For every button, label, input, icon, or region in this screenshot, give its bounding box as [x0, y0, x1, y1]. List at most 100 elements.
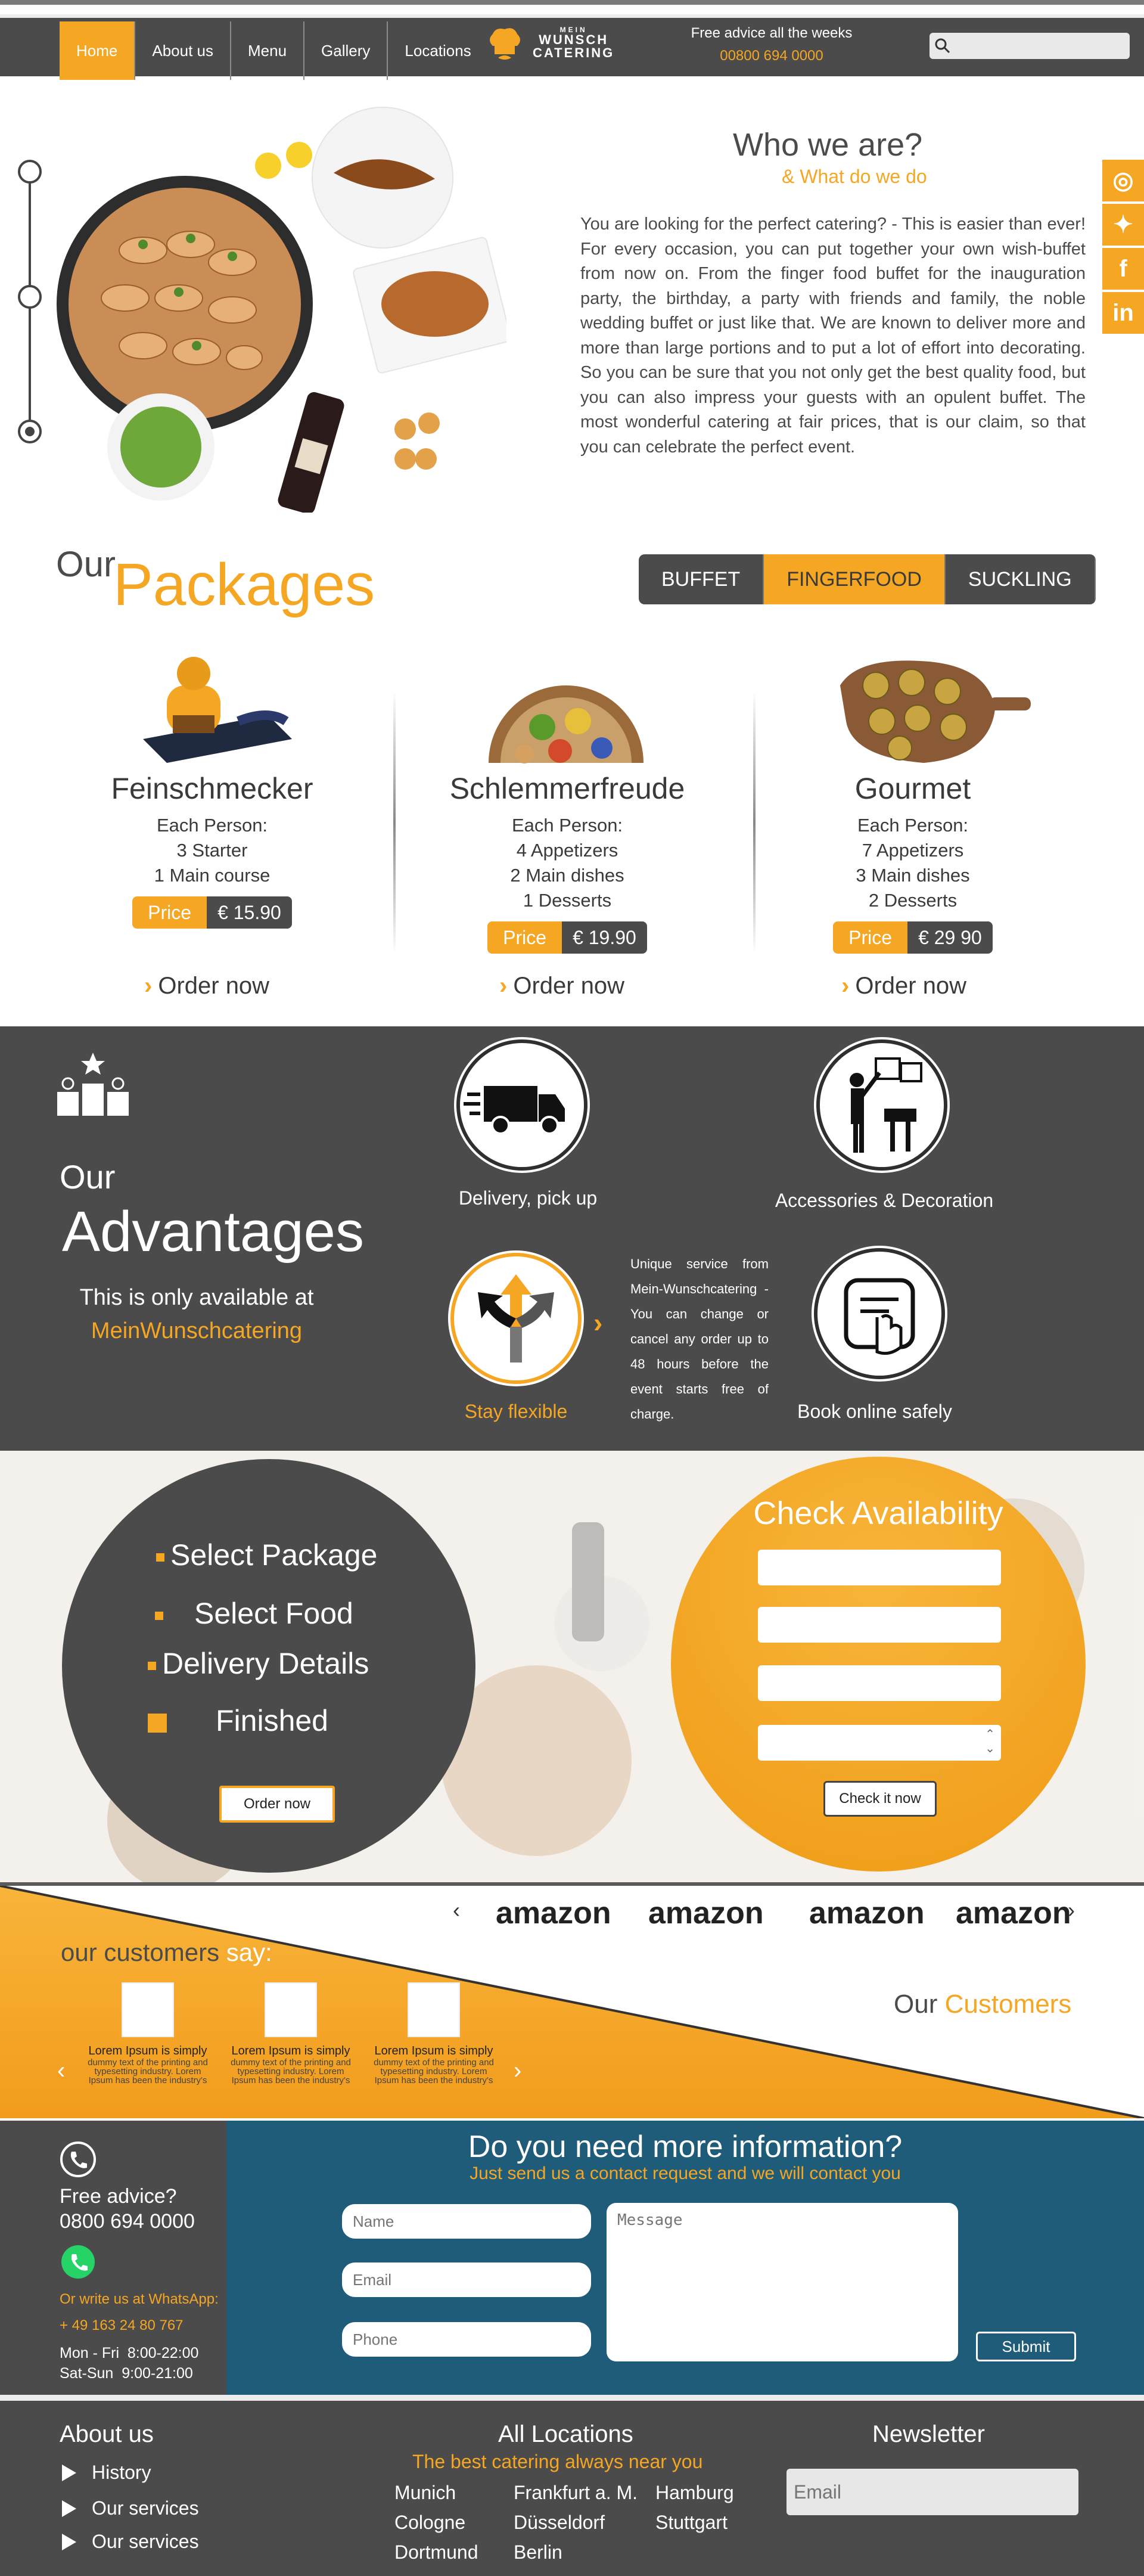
hours-weekday: Mon - Fri 8:00-22:00	[60, 2345, 199, 2361]
price-label: Price	[132, 896, 207, 929]
order-now-button[interactable]: Order now	[219, 1786, 335, 1823]
footer-link-services[interactable]: Our services	[62, 2497, 199, 2519]
city-link[interactable]: Dortmund	[394, 2541, 478, 2563]
package-name: Schlemmerfreude	[449, 772, 685, 805]
city-link[interactable]: Düsseldorf	[514, 2512, 605, 2534]
brands-next-arrow[interactable]: ›	[1068, 1898, 1075, 1923]
package-line: Each Person:	[156, 815, 268, 836]
site-footer: About us History Our services Our servic…	[0, 2395, 1144, 2576]
tab-buffet[interactable]: BUFFET	[639, 554, 764, 604]
tab-fingerfood[interactable]: FINGERFOOD	[764, 554, 946, 604]
availability-field-3[interactable]	[758, 1665, 1001, 1701]
package-divider	[753, 691, 756, 954]
instagram-icon[interactable]: ◎	[1102, 160, 1144, 201]
newsletter-title: Newsletter	[872, 2421, 985, 2447]
name-input[interactable]	[342, 2204, 591, 2239]
search-box	[930, 33, 1130, 59]
price-value: € 19.90	[562, 921, 647, 954]
footer-link-label: Our services	[92, 2497, 199, 2519]
nav-home[interactable]: Home	[60, 21, 136, 80]
gourmet-image	[840, 660, 1031, 763]
check-it-now-button[interactable]: Check it now	[823, 1781, 937, 1817]
nav-about-us[interactable]: About us	[135, 21, 231, 80]
logo-mid: WUNSCH	[539, 32, 609, 47]
flexible-label: Stay flexible	[464, 1401, 568, 1422]
package-divider	[393, 691, 396, 954]
stepper-arrows-icon[interactable]: ⌃ ⌄	[985, 1727, 995, 1756]
contact-phone[interactable]: 0800 694 0000	[60, 2210, 195, 2233]
package-line: 7 Appetizers	[862, 840, 964, 861]
search-input[interactable]	[953, 36, 1123, 55]
city-link[interactable]: Cologne	[394, 2512, 465, 2534]
testimonial-title: Lorem Ipsum is simply	[374, 2044, 493, 2057]
step-finished: Finished	[148, 1703, 328, 1738]
city-link[interactable]: Berlin	[514, 2541, 562, 2563]
advantages-our: Our	[60, 1158, 116, 1196]
order-label: Order now	[158, 973, 270, 999]
package-line: 2 Main dishes	[510, 865, 624, 886]
free-advice-label: Free advice?	[60, 2185, 177, 2208]
logo-bottom: CATERING	[533, 45, 615, 60]
hours-weekend: Sat-Sun 9:00-21:00	[60, 2365, 193, 2382]
package-name: Feinschmecker	[111, 772, 313, 805]
message-textarea[interactable]	[607, 2203, 958, 2361]
testimonial-title: Lorem Ipsum is simply	[231, 2044, 350, 2057]
phone-input[interactable]	[342, 2322, 591, 2357]
free-advice: Free advice all the weeks 00800 694 0000	[673, 25, 870, 64]
order-now-link-2[interactable]: › Order now	[499, 973, 624, 1000]
feinschmecker-image	[143, 657, 292, 763]
whatsapp-label: Or write us at WhatsApp:	[60, 2291, 219, 2307]
availability-title: Check Availability	[753, 1495, 1003, 1531]
facebook-icon[interactable]: f	[1102, 248, 1144, 290]
email-input[interactable]	[342, 2262, 591, 2297]
whatsapp-icon[interactable]	[60, 2243, 97, 2280]
nav-locations[interactable]: Locations	[388, 21, 487, 80]
advice-phone[interactable]: 00800 694 0000	[673, 48, 870, 64]
package-tabs: BUFFET FINGERFOOD SUCKLING	[639, 554, 1096, 604]
avatar	[122, 1982, 174, 2037]
brands-prev-arrow[interactable]: ‹	[453, 1898, 460, 1923]
step-bullet-icon	[148, 1713, 167, 1733]
price-value: € 29 90	[907, 921, 993, 954]
city-link[interactable]: Stuttgart	[655, 2512, 728, 2534]
brand-logo: amazon	[809, 1896, 925, 1931]
slider-dot-2[interactable]	[18, 285, 42, 309]
price-tag: Price € 19.90	[487, 921, 647, 954]
footer-locations-subtitle: The best catering always near you	[412, 2451, 703, 2472]
availability-field-1[interactable]	[758, 1550, 1001, 1585]
phone-icon	[60, 2142, 96, 2177]
city-link[interactable]: Frankfurt a. M.	[514, 2482, 638, 2504]
whatsapp-number[interactable]: + 49 163 24 80 767	[60, 2317, 184, 2334]
availability-field-2[interactable]	[758, 1607, 1001, 1643]
contact-title: Do you need more information?	[468, 2130, 903, 2164]
footer-link-label: History	[92, 2462, 151, 2483]
linkedin-icon[interactable]: in	[1102, 292, 1144, 334]
tab-suckling[interactable]: SUCKLING	[945, 554, 1096, 604]
slider-dot-1[interactable]	[18, 160, 42, 184]
testimonials-next-arrow[interactable]: ›	[514, 2057, 521, 2084]
price-value: € 15.90	[207, 896, 292, 929]
step-label: Finished	[216, 1704, 328, 1737]
availability-select[interactable]: ⌃ ⌄	[758, 1725, 1001, 1761]
search-icon[interactable]	[934, 38, 951, 54]
top-strip	[0, 0, 1144, 14]
order-label: Order now	[513, 973, 625, 999]
city-link[interactable]: Munich	[394, 2482, 456, 2504]
footer-link-services-2[interactable]: Our services	[62, 2531, 199, 2553]
twitter-icon[interactable]: ✦	[1102, 204, 1144, 246]
package-line: 1 Main course	[154, 865, 271, 886]
nav-menu[interactable]: Menu	[231, 21, 305, 80]
submit-button[interactable]: Submit	[976, 2332, 1076, 2361]
logo[interactable]: MEIN WUNSCH CATERING	[484, 19, 615, 67]
nav-gallery[interactable]: Gallery	[304, 21, 388, 80]
testimonial-card: Lorem Ipsum is simply dummy text of the …	[230, 1982, 352, 2085]
order-now-link-3[interactable]: › Order now	[841, 973, 966, 1000]
slider-dot-3[interactable]	[18, 420, 42, 443]
testimonial-card: Lorem Ipsum is simply dummy text of the …	[373, 1982, 495, 2085]
newsletter-email-input[interactable]	[786, 2469, 1078, 2515]
city-link[interactable]: Hamburg	[655, 2482, 734, 2504]
testimonials-prev-arrow[interactable]: ‹	[57, 2057, 65, 2084]
order-now-link-1[interactable]: › Order now	[144, 973, 269, 1000]
footer-link-history[interactable]: History	[62, 2462, 151, 2484]
catering-food-image	[57, 107, 506, 513]
